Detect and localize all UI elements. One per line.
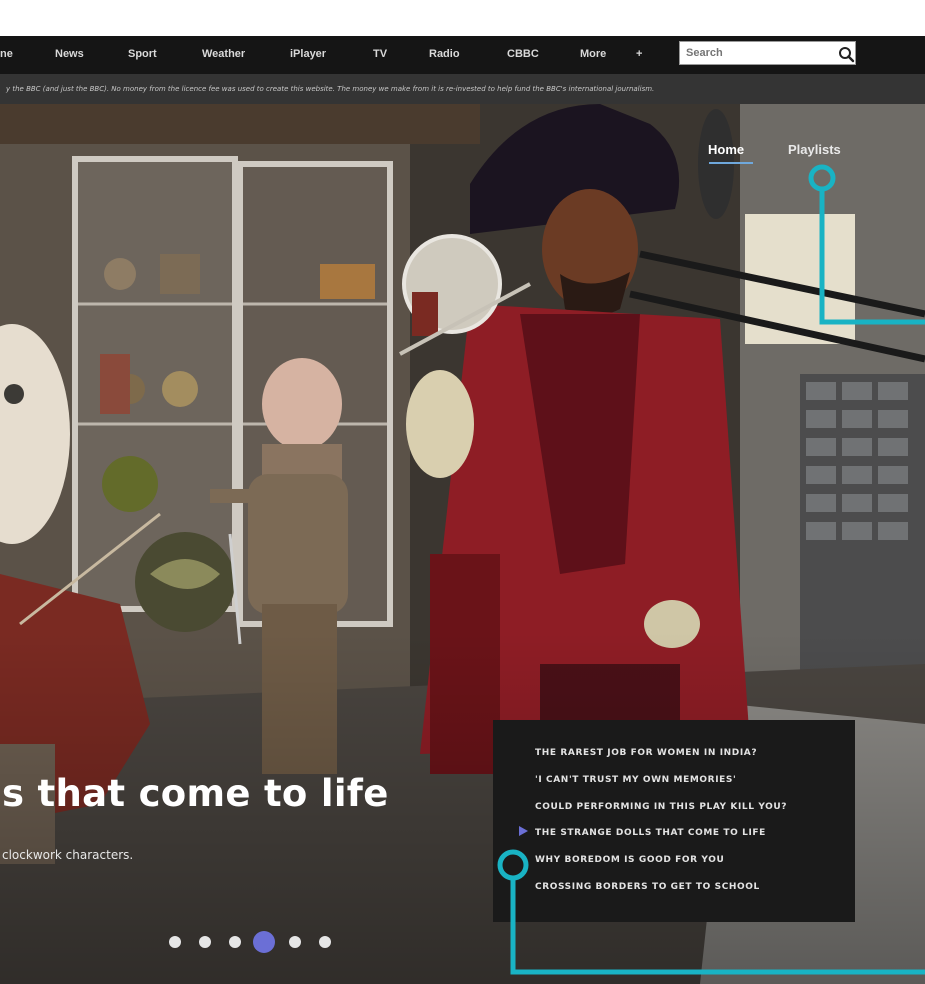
playlist-item[interactable]: 'I CAN'T TRUST MY OWN MEMORIES' bbox=[535, 775, 736, 785]
nav-more-menu[interactable]: More bbox=[580, 48, 606, 60]
nav-home-link[interactable]: ne bbox=[0, 48, 13, 60]
nav-radio-link[interactable]: Radio bbox=[429, 48, 460, 60]
nav-news-link[interactable]: News bbox=[55, 48, 84, 60]
carousel-dot-active[interactable] bbox=[253, 931, 275, 953]
current-item-arrow-icon bbox=[519, 826, 528, 836]
carousel-dot[interactable] bbox=[289, 936, 301, 948]
more-arrow-icon[interactable]: + bbox=[636, 48, 642, 60]
search-button[interactable] bbox=[827, 42, 855, 64]
site-nav-playlists-link[interactable]: Playlists bbox=[788, 142, 841, 157]
carousel-dot[interactable] bbox=[319, 936, 331, 948]
nav-weather-link[interactable]: Weather bbox=[202, 48, 245, 60]
carousel-dot[interactable] bbox=[199, 936, 211, 948]
search-input[interactable] bbox=[680, 42, 825, 64]
playlist-item[interactable]: THE RAREST JOB FOR WOMEN IN INDIA? bbox=[535, 748, 757, 758]
carousel-dot[interactable] bbox=[169, 936, 181, 948]
nav-tv-link[interactable]: TV bbox=[373, 48, 387, 60]
nav-iplayer-link[interactable]: iPlayer bbox=[290, 48, 326, 60]
playlist-panel: THE RAREST JOB FOR WOMEN IN INDIA? 'I CA… bbox=[493, 720, 855, 922]
global-nav-bar: ne News Sport Weather iPlayer TV Radio C… bbox=[0, 36, 925, 74]
playlist-item-current[interactable]: THE STRANGE DOLLS THAT COME TO LIFE bbox=[535, 828, 766, 838]
site-nav-home-link[interactable]: Home bbox=[708, 142, 744, 157]
disclaimer-bar: y the BBC (and just the BBC). No money f… bbox=[0, 74, 925, 104]
playlist-item[interactable]: WHY BOREDOM IS GOOD FOR YOU bbox=[535, 855, 724, 865]
hero-subline: clockwork characters. bbox=[2, 848, 134, 862]
nav-cbbc-link[interactable]: CBBC bbox=[507, 48, 539, 60]
carousel-dots bbox=[167, 931, 337, 953]
hero-banner[interactable]: Home Playlists s that come to life clock… bbox=[0, 104, 925, 984]
nav-sport-link[interactable]: Sport bbox=[128, 48, 157, 60]
home-active-indicator bbox=[709, 162, 753, 164]
hero-headline[interactable]: s that come to life bbox=[2, 772, 389, 815]
search-box bbox=[679, 41, 856, 65]
playlist-item[interactable]: CROSSING BORDERS TO GET TO SCHOOL bbox=[535, 882, 760, 892]
playlist-item[interactable]: COULD PERFORMING IN THIS PLAY KILL YOU? bbox=[535, 802, 787, 812]
search-icon bbox=[839, 47, 855, 63]
carousel-dot[interactable] bbox=[229, 936, 241, 948]
